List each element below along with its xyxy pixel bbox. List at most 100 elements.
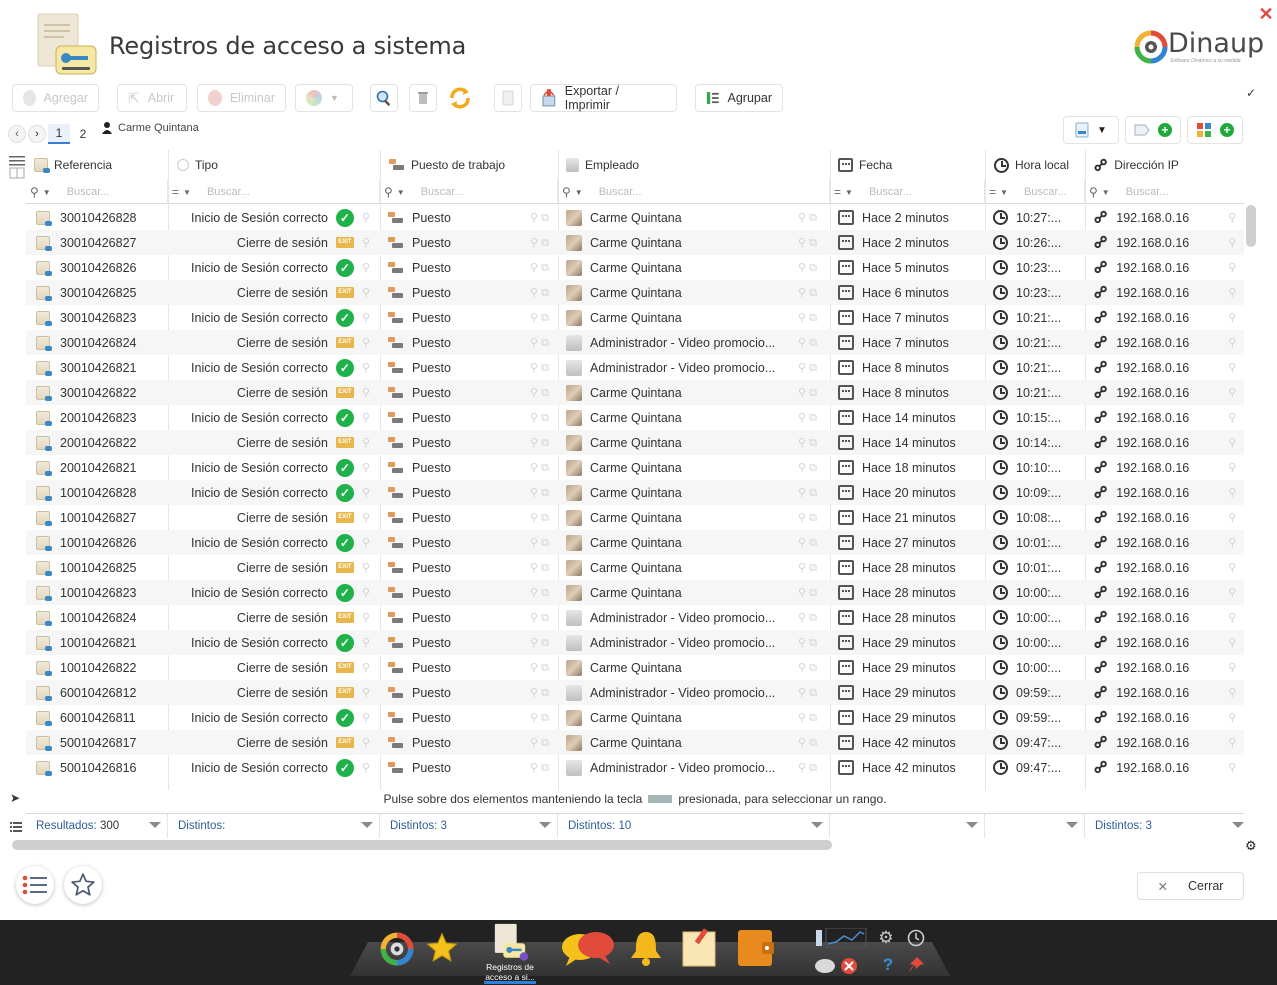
search-link-icon[interactable]: ⚲ ⧉ [798,611,817,625]
search-link-icon[interactable]: ⚲ [1228,661,1236,674]
table-row[interactable]: 10010426823 Inicio de Sesión correcto ✓ ⚲ Pu… [26,580,1244,605]
add-module-button[interactable]: + [1187,116,1243,144]
column-menu-icon[interactable] [9,153,25,166]
notes-icon[interactable] [678,926,720,968]
search-link-icon[interactable]: ⚲ ⧉ [530,711,549,725]
search-link-icon[interactable]: ⚲ ⧉ [798,461,817,475]
search-link-icon[interactable]: ⚲ [1228,361,1236,374]
search-link-icon[interactable]: ⚲ [1228,461,1236,474]
search-link-icon[interactable]: ⚲ [1228,436,1236,449]
search-link-icon[interactable]: ⚲ ⧉ [798,486,817,500]
open-link-icon[interactable]: ⚲ [362,611,370,624]
search-link-icon[interactable]: ⚲ ⧉ [798,711,817,725]
close-button[interactable]: ✕ Cerrar [1137,872,1244,900]
search-link-icon[interactable]: ⚲ [1228,411,1236,424]
search-link-icon[interactable]: ⚲ ⧉ [530,686,549,700]
open-link-icon[interactable]: ⚲ [362,236,370,249]
search-link-icon[interactable]: ⚲ [1228,511,1236,524]
open-link-icon[interactable]: ⚲ [362,561,370,574]
column-header-hora[interactable]: Hora local [994,152,1069,178]
filter-puesto[interactable]: ⚲ ▼ Buscar... [380,180,558,204]
open-link-icon[interactable]: ⚲ [362,461,370,474]
search-link-icon[interactable]: ⚲ ⧉ [530,336,549,350]
search-link-icon[interactable]: ⚲ ⧉ [798,586,817,600]
search-link-icon[interactable]: ⚲ ⧉ [530,761,549,775]
search-link-icon[interactable]: ⚲ ⧉ [798,561,817,575]
search-link-icon[interactable]: ⚲ ⧉ [530,536,549,550]
open-link-icon[interactable]: ⚲ [362,361,370,374]
search-link-icon[interactable]: ⚲ ⧉ [530,611,549,625]
search-link-icon[interactable]: ⚲ ⧉ [798,261,817,275]
pin-icon[interactable] [905,954,927,976]
open-link-icon[interactable]: ⚲ [362,436,370,449]
table-row[interactable]: 10010426828 Inicio de Sesión correcto ✓ ⚲ Pu… [26,480,1244,505]
search-link-icon[interactable]: ⚲ ⧉ [798,411,817,425]
open-link-icon[interactable]: ⚲ [362,686,370,699]
search-link-icon[interactable]: ⚲ ⧉ [798,511,817,525]
open-link-icon[interactable]: ⚲ [362,286,370,299]
checkmark-icon[interactable]: ✓ [1246,86,1256,100]
table-row[interactable]: 30010426828 Inicio de Sesión correcto ✓ ⚲ Pu… [26,205,1244,230]
filter-tipo[interactable]: = ▼ Buscar... [168,180,380,204]
search-link-icon[interactable]: ⚲ [1228,686,1236,699]
search-link-icon[interactable]: ⚲ [1228,386,1236,399]
table-row[interactable]: 20010426822 Cierre de sesión EXIT ⚲ Puesto ⚲ … [26,430,1244,455]
search-link-icon[interactable]: ⚲ ⧉ [798,361,817,375]
table-row[interactable]: 20010426821 Inicio de Sesión correcto ✓ ⚲ Pu… [26,455,1244,480]
search-link-icon[interactable]: ⚲ [1228,736,1236,749]
table-row[interactable]: 30010426825 Cierre de sesión EXIT ⚲ Puesto ⚲ … [26,280,1244,305]
search-link-icon[interactable]: ⚲ ⧉ [530,436,549,450]
search-link-icon[interactable]: ⚲ ⧉ [798,336,817,350]
summary-results[interactable]: Resultados: 300 [26,814,168,838]
search-link-icon[interactable]: ⚲ [1228,636,1236,649]
open-link-icon[interactable]: ⚲ [362,536,370,549]
search-link-icon[interactable]: ⚲ ⧉ [530,211,549,225]
table-row[interactable]: 50010426816 Inicio de Sesión correcto ✓ ⚲ Pu… [26,755,1244,780]
expand-icon[interactable] [9,166,25,179]
open-link-icon[interactable]: ⚲ [362,661,370,674]
open-button[interactable]: ⇱ Abrir [117,84,187,112]
search-link-icon[interactable]: ⚲ ⧉ [798,311,817,325]
table-row[interactable]: 60010426811 Inicio de Sesión correcto ✓ ⚲ Pu… [26,705,1244,730]
search-link-icon[interactable]: ⚲ ⧉ [798,686,817,700]
group-button[interactable]: Agrupar [695,84,783,112]
summary-ip[interactable]: Distintos: 3 [1085,814,1244,838]
search-link-icon[interactable]: ⚲ ⧉ [530,561,549,575]
column-header-ip[interactable]: ⚯ Dirección IP [1089,152,1179,178]
search-link-icon[interactable]: ⚲ ⧉ [798,736,817,750]
column-header-fecha[interactable]: Fecha [838,152,892,178]
dinaup-launcher-icon[interactable] [378,930,416,968]
search-link-icon[interactable]: ⚲ ⧉ [530,586,549,600]
open-link-icon[interactable]: ⚲ [362,211,370,224]
search-link-icon[interactable]: ⚲ [1228,536,1236,549]
search-link-icon[interactable]: ⚲ ⧉ [530,636,549,650]
search-link-icon[interactable]: ⚲ ⧉ [530,236,549,250]
open-link-icon[interactable]: ⚲ [362,386,370,399]
wallet-icon[interactable] [734,926,778,970]
bell-icon[interactable] [626,928,666,968]
add-button[interactable]: Agregar [12,84,99,112]
search-link-icon[interactable]: ⚲ [1228,261,1236,274]
column-header-puesto[interactable]: Puesto de trabajo [389,152,505,178]
search-link-icon[interactable]: ⚲ [1228,286,1236,299]
table-row[interactable]: 10010426825 Cierre de sesión EXIT ⚲ Puesto ⚲ … [26,555,1244,580]
search-link-icon[interactable]: ⚲ ⧉ [798,436,817,450]
summary-list-icon[interactable] [10,819,22,837]
search-link-icon[interactable]: ⚲ ⧉ [798,536,817,550]
window-close-button[interactable]: ✕ [1258,5,1274,23]
search-link-icon[interactable]: ⚲ [1228,336,1236,349]
help-question-icon[interactable]: ? [878,954,898,976]
document-button[interactable] [494,84,522,112]
search-link-icon[interactable]: ⚲ ⧉ [530,736,549,750]
search-link-icon[interactable]: ⚲ ⧉ [798,386,817,400]
search-link-icon[interactable]: ⚲ [1228,486,1236,499]
table-row[interactable]: 10010426827 Cierre de sesión EXIT ⚲ Puesto ⚲ … [26,505,1244,530]
table-row[interactable]: 10010426822 Cierre de sesión EXIT ⚲ Puesto ⚲ … [26,655,1244,680]
export-print-button[interactable]: Exportar / Imprimir [530,84,677,112]
search-link-icon[interactable]: ⚲ ⧉ [798,661,817,675]
favorite-button[interactable] [64,866,102,904]
open-link-icon[interactable]: ⚲ [362,736,370,749]
search-link-icon[interactable]: ⚲ ⧉ [530,311,549,325]
filter-ip[interactable]: ⚲ ▼ Buscar... [1085,180,1244,204]
table-row[interactable]: 20010426823 Inicio de Sesión correcto ✓ ⚲ Pu… [26,405,1244,430]
